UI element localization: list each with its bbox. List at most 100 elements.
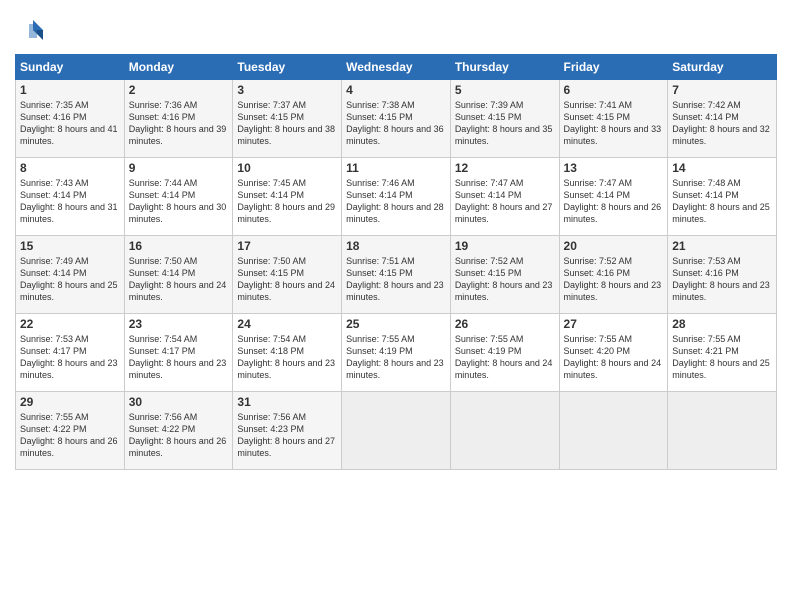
calendar-cell: 22 Sunrise: 7:53 AMSunset: 4:17 PMDaylig…	[16, 314, 125, 392]
calendar-cell: 9 Sunrise: 7:44 AMSunset: 4:14 PMDayligh…	[124, 158, 233, 236]
day-number: 10	[237, 161, 337, 175]
calendar-cell: 5 Sunrise: 7:39 AMSunset: 4:15 PMDayligh…	[450, 80, 559, 158]
calendar-cell: 30 Sunrise: 7:56 AMSunset: 4:22 PMDaylig…	[124, 392, 233, 470]
calendar-cell: 20 Sunrise: 7:52 AMSunset: 4:16 PMDaylig…	[559, 236, 668, 314]
calendar-cell: 17 Sunrise: 7:50 AMSunset: 4:15 PMDaylig…	[233, 236, 342, 314]
day-header-tuesday: Tuesday	[233, 55, 342, 80]
day-number: 18	[346, 239, 446, 253]
day-number: 29	[20, 395, 120, 409]
cell-content: Sunrise: 7:55 AMSunset: 4:22 PMDaylight:…	[20, 411, 120, 460]
week-row-2: 8 Sunrise: 7:43 AMSunset: 4:14 PMDayligh…	[16, 158, 777, 236]
calendar-cell: 24 Sunrise: 7:54 AMSunset: 4:18 PMDaylig…	[233, 314, 342, 392]
day-number: 16	[129, 239, 229, 253]
cell-content: Sunrise: 7:45 AMSunset: 4:14 PMDaylight:…	[237, 177, 337, 226]
day-number: 22	[20, 317, 120, 331]
cell-content: Sunrise: 7:55 AMSunset: 4:20 PMDaylight:…	[564, 333, 664, 382]
cell-content: Sunrise: 7:51 AMSunset: 4:15 PMDaylight:…	[346, 255, 446, 304]
day-number: 6	[564, 83, 664, 97]
calendar-table: SundayMondayTuesdayWednesdayThursdayFrid…	[15, 54, 777, 470]
day-number: 7	[672, 83, 772, 97]
cell-content: Sunrise: 7:55 AMSunset: 4:21 PMDaylight:…	[672, 333, 772, 382]
calendar-cell: 14 Sunrise: 7:48 AMSunset: 4:14 PMDaylig…	[668, 158, 777, 236]
day-number: 28	[672, 317, 772, 331]
cell-content: Sunrise: 7:43 AMSunset: 4:14 PMDaylight:…	[20, 177, 120, 226]
week-row-1: 1 Sunrise: 7:35 AMSunset: 4:16 PMDayligh…	[16, 80, 777, 158]
cell-content: Sunrise: 7:48 AMSunset: 4:14 PMDaylight:…	[672, 177, 772, 226]
cell-content: Sunrise: 7:47 AMSunset: 4:14 PMDaylight:…	[455, 177, 555, 226]
day-number: 12	[455, 161, 555, 175]
day-number: 15	[20, 239, 120, 253]
calendar-cell: 21 Sunrise: 7:53 AMSunset: 4:16 PMDaylig…	[668, 236, 777, 314]
week-row-5: 29 Sunrise: 7:55 AMSunset: 4:22 PMDaylig…	[16, 392, 777, 470]
day-number: 27	[564, 317, 664, 331]
cell-content: Sunrise: 7:39 AMSunset: 4:15 PMDaylight:…	[455, 99, 555, 148]
cell-content: Sunrise: 7:49 AMSunset: 4:14 PMDaylight:…	[20, 255, 120, 304]
cell-content: Sunrise: 7:35 AMSunset: 4:16 PMDaylight:…	[20, 99, 120, 148]
day-number: 24	[237, 317, 337, 331]
calendar-cell: 7 Sunrise: 7:42 AMSunset: 4:14 PMDayligh…	[668, 80, 777, 158]
calendar-cell: 13 Sunrise: 7:47 AMSunset: 4:14 PMDaylig…	[559, 158, 668, 236]
day-number: 1	[20, 83, 120, 97]
day-number: 26	[455, 317, 555, 331]
cell-content: Sunrise: 7:53 AMSunset: 4:16 PMDaylight:…	[672, 255, 772, 304]
day-number: 3	[237, 83, 337, 97]
day-number: 2	[129, 83, 229, 97]
calendar-cell: 23 Sunrise: 7:54 AMSunset: 4:17 PMDaylig…	[124, 314, 233, 392]
calendar-cell: 18 Sunrise: 7:51 AMSunset: 4:15 PMDaylig…	[342, 236, 451, 314]
day-header-monday: Monday	[124, 55, 233, 80]
cell-content: Sunrise: 7:56 AMSunset: 4:22 PMDaylight:…	[129, 411, 229, 460]
cell-content: Sunrise: 7:50 AMSunset: 4:14 PMDaylight:…	[129, 255, 229, 304]
cell-content: Sunrise: 7:54 AMSunset: 4:17 PMDaylight:…	[129, 333, 229, 382]
logo-icon	[15, 16, 45, 46]
calendar-cell: 19 Sunrise: 7:52 AMSunset: 4:15 PMDaylig…	[450, 236, 559, 314]
calendar-cell: 11 Sunrise: 7:46 AMSunset: 4:14 PMDaylig…	[342, 158, 451, 236]
day-number: 20	[564, 239, 664, 253]
cell-content: Sunrise: 7:47 AMSunset: 4:14 PMDaylight:…	[564, 177, 664, 226]
day-number: 21	[672, 239, 772, 253]
day-number: 30	[129, 395, 229, 409]
calendar-cell	[450, 392, 559, 470]
day-header-sunday: Sunday	[16, 55, 125, 80]
day-number: 5	[455, 83, 555, 97]
cell-content: Sunrise: 7:55 AMSunset: 4:19 PMDaylight:…	[455, 333, 555, 382]
calendar-cell	[559, 392, 668, 470]
cell-content: Sunrise: 7:42 AMSunset: 4:14 PMDaylight:…	[672, 99, 772, 148]
cell-content: Sunrise: 7:41 AMSunset: 4:15 PMDaylight:…	[564, 99, 664, 148]
header	[15, 10, 777, 46]
calendar-cell: 31 Sunrise: 7:56 AMSunset: 4:23 PMDaylig…	[233, 392, 342, 470]
day-header-thursday: Thursday	[450, 55, 559, 80]
cell-content: Sunrise: 7:55 AMSunset: 4:19 PMDaylight:…	[346, 333, 446, 382]
cell-content: Sunrise: 7:44 AMSunset: 4:14 PMDaylight:…	[129, 177, 229, 226]
day-header-friday: Friday	[559, 55, 668, 80]
header-row: SundayMondayTuesdayWednesdayThursdayFrid…	[16, 55, 777, 80]
calendar-cell: 15 Sunrise: 7:49 AMSunset: 4:14 PMDaylig…	[16, 236, 125, 314]
page-container: SundayMondayTuesdayWednesdayThursdayFrid…	[0, 0, 792, 480]
calendar-cell: 28 Sunrise: 7:55 AMSunset: 4:21 PMDaylig…	[668, 314, 777, 392]
day-number: 9	[129, 161, 229, 175]
cell-content: Sunrise: 7:50 AMSunset: 4:15 PMDaylight:…	[237, 255, 337, 304]
day-number: 14	[672, 161, 772, 175]
day-number: 19	[455, 239, 555, 253]
day-number: 4	[346, 83, 446, 97]
day-number: 23	[129, 317, 229, 331]
day-number: 25	[346, 317, 446, 331]
calendar-cell: 12 Sunrise: 7:47 AMSunset: 4:14 PMDaylig…	[450, 158, 559, 236]
day-header-saturday: Saturday	[668, 55, 777, 80]
calendar-cell: 3 Sunrise: 7:37 AMSunset: 4:15 PMDayligh…	[233, 80, 342, 158]
cell-content: Sunrise: 7:46 AMSunset: 4:14 PMDaylight:…	[346, 177, 446, 226]
calendar-cell: 26 Sunrise: 7:55 AMSunset: 4:19 PMDaylig…	[450, 314, 559, 392]
day-number: 8	[20, 161, 120, 175]
day-number: 11	[346, 161, 446, 175]
cell-content: Sunrise: 7:54 AMSunset: 4:18 PMDaylight:…	[237, 333, 337, 382]
cell-content: Sunrise: 7:37 AMSunset: 4:15 PMDaylight:…	[237, 99, 337, 148]
cell-content: Sunrise: 7:52 AMSunset: 4:15 PMDaylight:…	[455, 255, 555, 304]
calendar-cell: 8 Sunrise: 7:43 AMSunset: 4:14 PMDayligh…	[16, 158, 125, 236]
calendar-cell: 2 Sunrise: 7:36 AMSunset: 4:16 PMDayligh…	[124, 80, 233, 158]
calendar-cell	[668, 392, 777, 470]
week-row-4: 22 Sunrise: 7:53 AMSunset: 4:17 PMDaylig…	[16, 314, 777, 392]
calendar-cell: 1 Sunrise: 7:35 AMSunset: 4:16 PMDayligh…	[16, 80, 125, 158]
cell-content: Sunrise: 7:56 AMSunset: 4:23 PMDaylight:…	[237, 411, 337, 460]
day-number: 13	[564, 161, 664, 175]
calendar-cell: 6 Sunrise: 7:41 AMSunset: 4:15 PMDayligh…	[559, 80, 668, 158]
day-number: 17	[237, 239, 337, 253]
